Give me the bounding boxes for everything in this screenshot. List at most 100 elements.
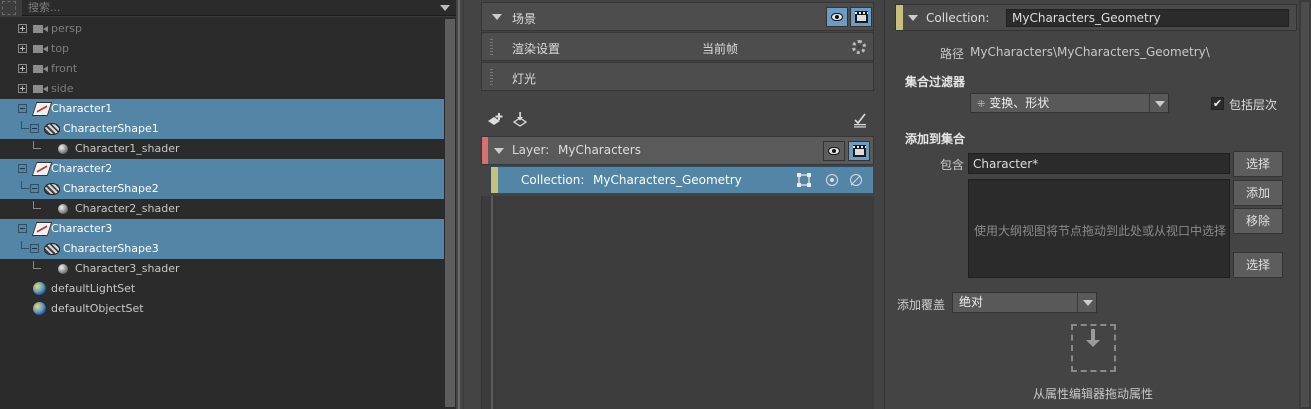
collapse-icon[interactable]	[30, 124, 39, 133]
outliner-item-character1[interactable]: Character1	[0, 99, 444, 119]
item-label: front	[51, 62, 78, 75]
filter-value: 变换、形状	[989, 96, 1050, 110]
override-value: 绝对	[959, 295, 984, 309]
search-dropdown-arrow-icon[interactable]	[440, 5, 450, 11]
search-input[interactable]	[28, 0, 428, 15]
lights-row[interactable]: 灯光	[481, 62, 874, 91]
outliner-item-character2-shader[interactable]: Character2_shader	[0, 199, 444, 219]
property-editor-scrollbar[interactable]	[1299, 0, 1311, 409]
edit-overrides-icon[interactable]	[852, 112, 870, 128]
outliner-search-bar	[0, 0, 456, 17]
transform-icon	[31, 222, 53, 236]
mesh-icon	[44, 243, 60, 255]
include-expression-field[interactable]	[968, 153, 1230, 174]
item-label: side	[51, 82, 74, 95]
collapse-icon[interactable]	[30, 244, 39, 253]
collapse-arrow-icon[interactable]	[492, 14, 502, 20]
camera-icon	[33, 25, 48, 33]
drag-handle-icon[interactable]	[490, 69, 493, 86]
collection-color-stripe	[491, 167, 498, 193]
camera-icon	[33, 45, 48, 53]
outliner-item-character1-shader[interactable]: Character1_shader	[0, 139, 444, 159]
outliner-item-character3-shader[interactable]: Character3_shader	[0, 259, 444, 279]
collapse-arrow-icon[interactable]	[494, 148, 504, 154]
current-frame-label: 当前帧	[702, 42, 739, 56]
override-type-dropdown[interactable]: 绝对	[952, 292, 1097, 313]
outliner-scrollbar[interactable]	[444, 17, 456, 409]
create-layer-icon[interactable]	[486, 112, 504, 128]
include-label: 包含	[940, 158, 965, 172]
header-prefix: Collection:	[926, 11, 990, 25]
drop-hint-text: 使用大纲视图将节点拖动到此处或从视口中选择	[973, 224, 1226, 238]
collection-name: MyCharacters_Geometry	[593, 173, 742, 187]
outliner-item-character3[interactable]: Character3	[0, 219, 444, 239]
gear-icon[interactable]	[852, 40, 866, 54]
collection-filter-dropdown[interactable]: ⁜ 变换、形状	[970, 93, 1169, 113]
expand-icon[interactable]	[18, 44, 27, 53]
render-settings-row[interactable]: 渲染设置 当前帧	[481, 32, 874, 61]
scrollbar-thumb[interactable]	[1301, 2, 1309, 407]
disable-icon[interactable]	[850, 174, 862, 186]
renderable-toggle[interactable]	[848, 141, 870, 161]
filter-icon[interactable]	[2, 1, 16, 15]
outliner-item-charactershape3[interactable]: CharacterShape3	[0, 239, 444, 259]
outliner-item-persp[interactable]: persp	[0, 19, 444, 39]
mesh-icon	[44, 183, 60, 195]
node-drop-area[interactable]: 使用大纲视图将节点拖动到此处或从视口中选择	[968, 179, 1230, 278]
select-button[interactable]: 选择	[1233, 151, 1283, 177]
expand-icon[interactable]	[18, 24, 27, 33]
collapse-arrow-icon[interactable]	[908, 15, 918, 21]
item-label: top	[51, 42, 70, 55]
transform-icon	[31, 162, 53, 176]
outliner-item-side[interactable]: side	[0, 79, 444, 99]
collection-row[interactable]: Collection: MyCharacters_Geometry	[490, 166, 874, 194]
remove-button[interactable]: 移除	[1233, 208, 1283, 234]
isolate-select-icon[interactable]	[796, 172, 812, 188]
attr-drag-hint: 从属性编辑器拖动属性	[1033, 387, 1154, 401]
drop-arrow-head	[1086, 340, 1100, 347]
panel-splitter[interactable]	[456, 0, 478, 409]
scrollbar-thumb[interactable]	[445, 19, 455, 407]
outliner-item-top[interactable]: top	[0, 39, 444, 59]
visibility-toggle[interactable]	[826, 7, 848, 27]
outliner-item-charactershape2[interactable]: CharacterShape2	[0, 179, 444, 199]
filter-section-title: 集合过滤器	[905, 75, 966, 89]
select-members-button[interactable]: 选择	[1233, 252, 1283, 278]
outliner-item-charactershape1[interactable]: CharacterShape1	[0, 119, 444, 139]
visibility-toggle[interactable]	[823, 141, 845, 161]
collapse-icon[interactable]	[18, 164, 27, 173]
collection-header[interactable]: Collection:	[895, 4, 1297, 31]
outliner-item-defaultobjectset[interactable]: defaultObjectSet	[0, 299, 444, 319]
add-button[interactable]: 添加	[1233, 180, 1283, 206]
transform-icon	[31, 102, 53, 116]
shader-icon	[58, 264, 68, 274]
path-label: 路径	[940, 47, 965, 61]
outliner-item-front[interactable]: front	[0, 59, 444, 79]
import-layer-icon[interactable]	[512, 112, 530, 128]
collection-name-field[interactable]	[1006, 9, 1289, 27]
collapse-icon[interactable]	[18, 104, 27, 113]
attribute-drop-target[interactable]	[1071, 324, 1116, 372]
collapse-icon[interactable]	[18, 224, 27, 233]
collapse-icon[interactable]	[30, 184, 39, 193]
clapperboard-icon	[855, 11, 868, 23]
outliner-tree: persp top front side Character1 Characte…	[0, 19, 444, 409]
item-label: CharacterShape3	[63, 242, 159, 255]
solo-icon[interactable]	[826, 174, 838, 186]
item-label: persp	[51, 22, 82, 35]
filter-type-icon: ⁜	[977, 99, 986, 110]
renderable-toggle[interactable]	[850, 7, 872, 27]
splitter-handle[interactable]	[458, 0, 460, 409]
include-hierarchy-checkbox[interactable]: ✔	[1211, 97, 1224, 110]
mesh-icon	[44, 123, 60, 135]
outliner-item-defaultlightset[interactable]: defaultLightSet	[0, 279, 444, 299]
camera-icon	[33, 85, 48, 93]
shader-icon	[58, 144, 68, 154]
scene-row[interactable]: 场景	[481, 2, 874, 31]
expand-icon[interactable]	[18, 84, 27, 93]
layer-row[interactable]: Layer: MyCharacters	[481, 136, 874, 165]
drag-handle-icon[interactable]	[490, 39, 493, 56]
render-setup-panel: 场景 渲染设置 当前帧 灯光 Layer: MyCharacters Colle…	[478, 0, 878, 409]
expand-icon[interactable]	[18, 64, 27, 73]
outliner-item-character2[interactable]: Character2	[0, 159, 444, 179]
